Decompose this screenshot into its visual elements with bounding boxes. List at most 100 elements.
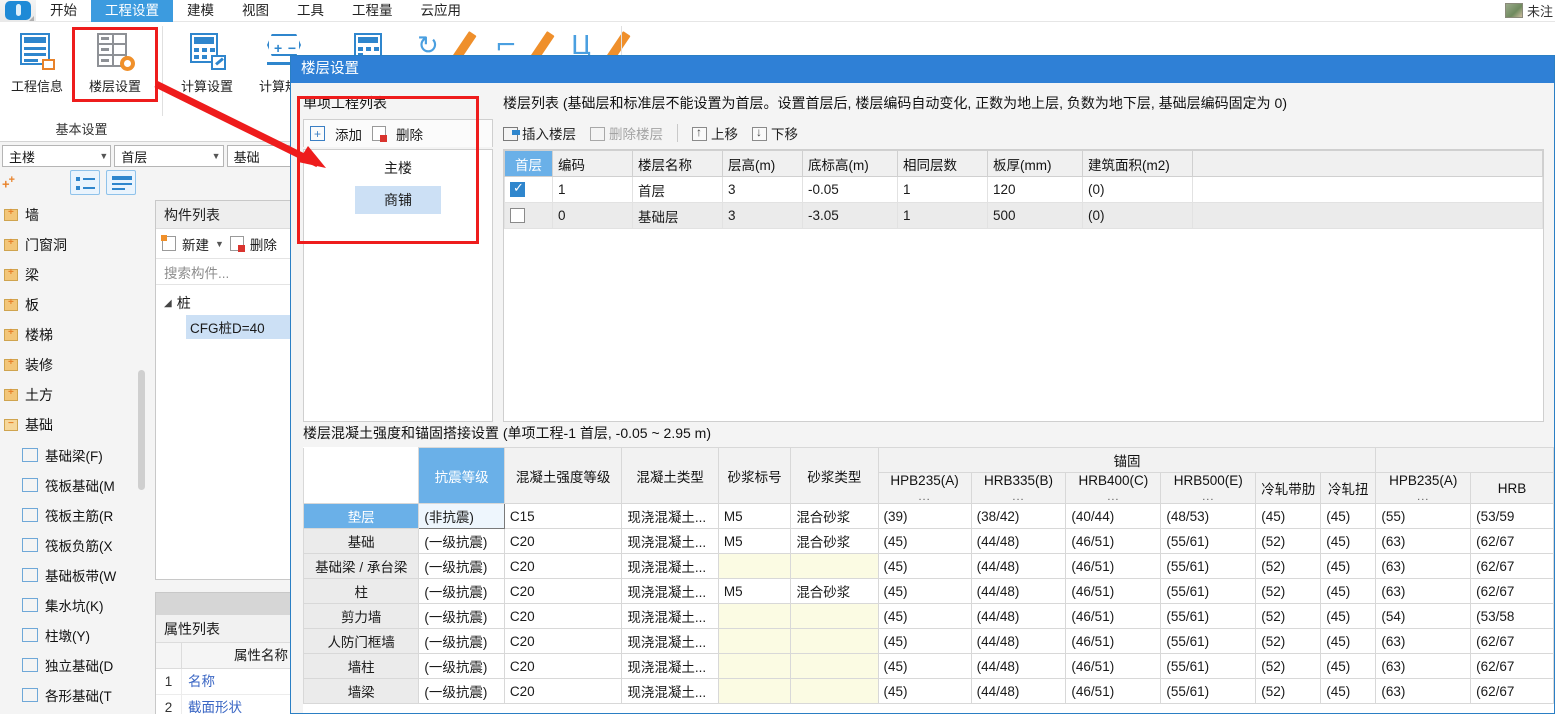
ribbon-button-floor-settings[interactable]: 楼层设置 bbox=[78, 26, 152, 95]
cell-grade[interactable]: C20 bbox=[503, 603, 623, 629]
cell-lap-1[interactable]: (62/67 bbox=[1470, 528, 1554, 554]
cell-anchor-0[interactable]: (45) bbox=[877, 528, 972, 554]
new-component-button[interactable]: 新建 bbox=[182, 234, 209, 254]
tab-project-settings[interactable]: 工程设置 bbox=[91, 0, 173, 22]
tab-quantities[interactable]: 工程量 bbox=[338, 0, 407, 22]
tree-item-raft-foundation[interactable]: 筏板基础(M bbox=[0, 470, 148, 500]
cell-anchor-2[interactable]: (40/44) bbox=[1065, 503, 1162, 529]
insert-floor-button[interactable]: 插入楼层 bbox=[503, 123, 576, 143]
cell-code[interactable]: 0 bbox=[552, 202, 633, 229]
concrete-row[interactable]: 人防门框墙 (一级抗震) C20 现浇混凝土... (45) (44/48) (… bbox=[303, 628, 1554, 654]
cell-mortar-no[interactable] bbox=[717, 553, 792, 579]
cell-seismic[interactable]: (一级抗震) bbox=[418, 603, 505, 629]
app-logo-icon[interactable] bbox=[0, 0, 36, 22]
cell-anchor-0[interactable]: (45) bbox=[877, 578, 972, 604]
cell-lap-0[interactable]: (63) bbox=[1375, 678, 1472, 704]
cell-lap-1[interactable]: (62/67 bbox=[1470, 653, 1554, 679]
cell-same-floor-count[interactable]: 1 bbox=[897, 202, 988, 229]
col-anchor-hrb400[interactable]: HRB400(C)... bbox=[1065, 472, 1162, 504]
cell-lap-1[interactable]: (62/67 bbox=[1470, 578, 1554, 604]
cell-anchor-0[interactable]: (45) bbox=[877, 603, 972, 629]
property-row[interactable]: 1 名称 bbox=[156, 669, 294, 695]
cell-mortar-no[interactable] bbox=[717, 678, 792, 704]
row-element-name[interactable]: 基础 bbox=[303, 528, 420, 554]
cell-anchor-3[interactable]: (55/61) bbox=[1160, 653, 1257, 679]
cell-lap-1[interactable]: (62/67 bbox=[1470, 678, 1554, 704]
first-floor-checkbox-cell[interactable] bbox=[504, 176, 553, 203]
add-project-button[interactable]: 添加 bbox=[335, 124, 362, 144]
cell-lap-0[interactable]: (63) bbox=[1375, 528, 1472, 554]
cell-anchor-2[interactable]: (46/51) bbox=[1065, 603, 1162, 629]
property-panel-splitter[interactable] bbox=[156, 593, 294, 615]
cell-anchor-5[interactable]: (45) bbox=[1320, 603, 1377, 629]
cell-anchor-4[interactable]: (52) bbox=[1255, 553, 1322, 579]
cell-anchor-0[interactable]: (45) bbox=[877, 553, 972, 579]
cell-slab-thickness[interactable]: 120 bbox=[987, 176, 1083, 203]
concrete-row[interactable]: 基础 (一级抗震) C20 现浇混凝土... M5 混合砂浆 (45) (44/… bbox=[303, 528, 1554, 554]
tree-item-earthwork[interactable]: 土方 bbox=[0, 380, 148, 410]
cell-mortar-type[interactable]: 混合砂浆 bbox=[790, 503, 879, 529]
col-floor-name[interactable]: 楼层名称 bbox=[632, 150, 723, 177]
cell-lap-1[interactable]: (53/58 bbox=[1470, 603, 1554, 629]
cell-same-floor-count[interactable]: 1 bbox=[897, 176, 988, 203]
list-view-button[interactable] bbox=[70, 170, 100, 195]
cell-grade[interactable]: C20 bbox=[503, 578, 623, 604]
tree-item-sump[interactable]: 集水坑(K) bbox=[0, 590, 148, 620]
cell-anchor-4[interactable]: (52) bbox=[1255, 678, 1322, 704]
col-slab-thickness[interactable]: 板厚(mm) bbox=[987, 150, 1083, 177]
first-floor-checkbox-cell[interactable] bbox=[504, 202, 553, 229]
card-view-button[interactable] bbox=[106, 170, 136, 195]
cell-anchor-5[interactable]: (45) bbox=[1320, 528, 1377, 554]
cell-anchor-5[interactable]: (45) bbox=[1320, 553, 1377, 579]
cell-anchor-5[interactable]: (45) bbox=[1320, 678, 1377, 704]
delete-floor-button[interactable]: 删除楼层 bbox=[590, 123, 663, 143]
ribbon-button-calc-settings[interactable]: 计算设置 bbox=[170, 26, 244, 95]
tree-scrollbar[interactable] bbox=[138, 370, 145, 490]
cell-seismic[interactable]: (一级抗震) bbox=[418, 653, 505, 679]
cell-type[interactable]: 现浇混凝土... bbox=[621, 578, 719, 604]
project-list-item-main[interactable]: 主楼 bbox=[355, 154, 441, 182]
cell-lap-0[interactable]: (55) bbox=[1375, 503, 1472, 529]
cell-mortar-no[interactable]: M5 bbox=[717, 528, 792, 554]
cell-anchor-2[interactable]: (46/51) bbox=[1065, 578, 1162, 604]
add-node-icon[interactable]: ++ bbox=[2, 174, 15, 191]
tree-item-column-pier[interactable]: 柱墩(Y) bbox=[0, 620, 148, 650]
cell-anchor-4[interactable]: (52) bbox=[1255, 578, 1322, 604]
concrete-row[interactable]: 垫层 (非抗震) C15 现浇混凝土... M5 混合砂浆 (39) (38/4… bbox=[303, 503, 1554, 529]
cell-bottom-elevation[interactable]: -3.05 bbox=[802, 202, 898, 229]
col-anchor-hrb500[interactable]: HRB500(E)... bbox=[1160, 472, 1257, 504]
cell-grade[interactable]: C20 bbox=[503, 553, 623, 579]
cell-type[interactable]: 现浇混凝土... bbox=[621, 653, 719, 679]
cell-anchor-3[interactable]: (55/61) bbox=[1160, 678, 1257, 704]
cell-building-area[interactable]: (0) bbox=[1082, 176, 1193, 203]
row-element-name[interactable]: 人防门框墙 bbox=[303, 628, 420, 654]
cell-anchor-3[interactable]: (55/61) bbox=[1160, 553, 1257, 579]
tree-item-stair[interactable]: 楼梯 bbox=[0, 320, 148, 350]
cell-anchor-0[interactable]: (45) bbox=[877, 653, 972, 679]
tab-tools[interactable]: 工具 bbox=[283, 0, 338, 22]
cell-floor-name[interactable]: 首层 bbox=[632, 176, 723, 203]
cell-lap-0[interactable]: (63) bbox=[1375, 553, 1472, 579]
cell-anchor-4[interactable]: (52) bbox=[1255, 628, 1322, 654]
ribbon-button-project-info[interactable]: 工程信息 bbox=[0, 26, 74, 95]
cell-type[interactable]: 现浇混凝土... bbox=[621, 528, 719, 554]
cell-anchor-2[interactable]: (46/51) bbox=[1065, 653, 1162, 679]
cell-anchor-4[interactable]: (52) bbox=[1255, 653, 1322, 679]
cell-mortar-no[interactable]: M5 bbox=[717, 503, 792, 529]
cell-type[interactable]: 现浇混凝土... bbox=[621, 628, 719, 654]
cell-anchor-0[interactable]: (45) bbox=[877, 628, 972, 654]
cell-mortar-type[interactable]: 混合砂浆 bbox=[790, 528, 879, 554]
concrete-row[interactable]: 墙柱 (一级抗震) C20 现浇混凝土... (45) (44/48) (46/… bbox=[303, 653, 1554, 679]
component-category-tree[interactable]: 墙 门窗洞 梁 板 楼梯 装修 土方 基础 基础梁(F) 筏板基础(M 筏板主筋… bbox=[0, 200, 148, 714]
project-select[interactable]: 主楼 ▼ bbox=[2, 145, 112, 167]
tab-view[interactable]: 视图 bbox=[228, 0, 283, 22]
floor-table-row[interactable]: 0 基础层 3 -3.05 1 500 (0) bbox=[504, 202, 1543, 229]
tree-item-foundation-slab-band[interactable]: 基础板带(W bbox=[0, 560, 148, 590]
row-element-name[interactable]: 基础梁 / 承台梁 bbox=[303, 553, 420, 579]
cell-anchor-4[interactable]: (45) bbox=[1255, 503, 1322, 529]
cell-anchor-3[interactable]: (55/61) bbox=[1160, 628, 1257, 654]
cell-floor-name[interactable]: 基础层 bbox=[632, 202, 723, 229]
tree-item-door-window[interactable]: 门窗洞 bbox=[0, 230, 148, 260]
cell-lap-0[interactable]: (63) bbox=[1375, 628, 1472, 654]
component-group-pile[interactable]: ◢ 桩 bbox=[164, 291, 294, 315]
